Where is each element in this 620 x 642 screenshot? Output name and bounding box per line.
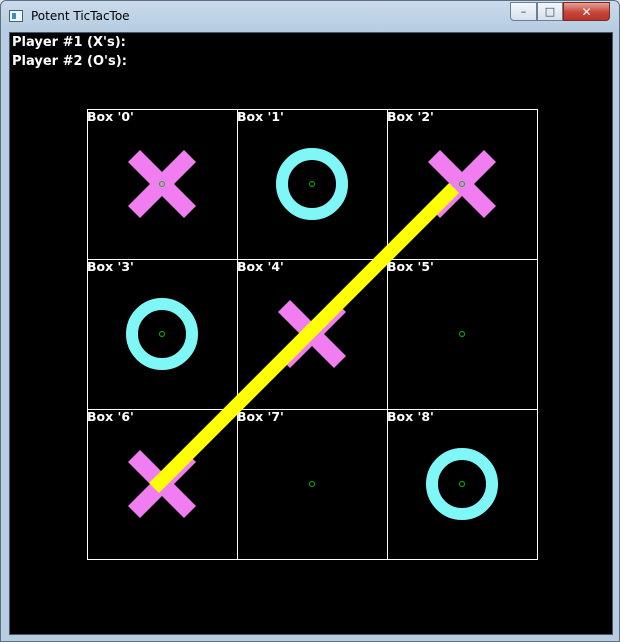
center-dot-8 [459,481,465,487]
o-mark-8 [426,448,498,520]
box-label-3: Box '3' [87,259,134,274]
window-title: Potent TicTacToe [31,9,130,23]
close-button[interactable]: ✕ [563,2,610,21]
maximize-button[interactable]: □ [537,2,563,21]
center-dot-5 [459,331,465,337]
game-canvas[interactable]: Player #1 (X's): Player #2 (O's): Box '0… [9,32,613,635]
box-label-6: Box '6' [87,409,134,424]
center-dot-3 [159,331,165,337]
box-label-7: Box '7' [237,409,284,424]
box-label-5: Box '5' [387,259,434,274]
close-icon: ✕ [581,4,592,19]
o-mark-3 [126,298,198,370]
winning-line [149,183,459,493]
center-dot-1 [309,181,315,187]
board-box-5[interactable] [387,259,538,410]
box-label-0: Box '0' [87,109,134,124]
app-window: Potent TicTacToe – □ ✕ Player #1 (X's): … [0,0,620,642]
tictactoe-board: Box '0' Box '1' Box '2' Box '3' Box '4' Box '… [87,109,538,560]
maximize-icon: □ [544,5,556,18]
minimize-button[interactable]: – [510,2,537,21]
app-window-icon [9,10,23,22]
box-label-8: Box '8' [387,409,434,424]
box-label-4: Box '4' [237,259,284,274]
center-dot-7 [309,481,315,487]
o-mark-1 [276,148,348,220]
box-label-1: Box '1' [237,109,284,124]
board-box-7[interactable] [237,409,388,560]
board-box-1[interactable] [237,109,388,260]
title-bar[interactable]: Potent TicTacToe – □ ✕ [1,1,619,32]
board-box-3[interactable] [87,259,238,410]
minimize-icon: – [520,5,527,18]
box-label-2: Box '2' [387,109,434,124]
board-box-8[interactable] [387,409,538,560]
